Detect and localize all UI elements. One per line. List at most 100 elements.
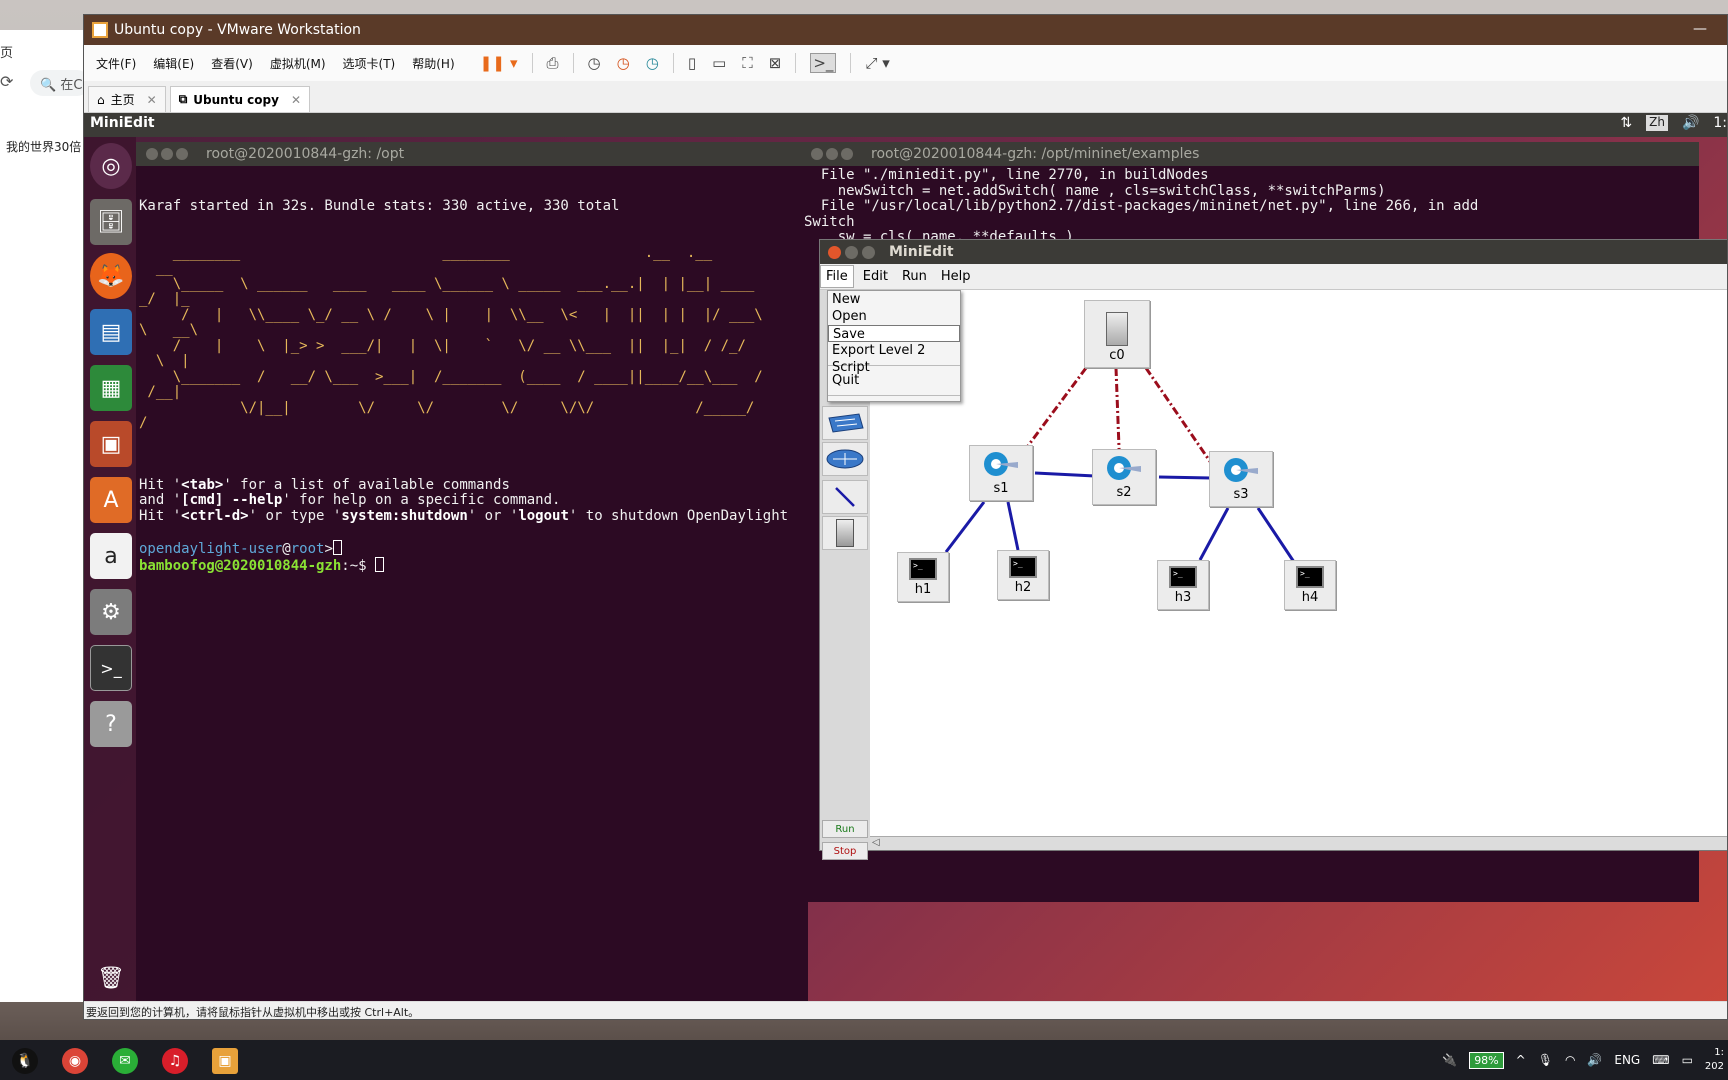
revert-snapshot-icon[interactable]: ◷ — [617, 54, 630, 72]
switch-tool-icon[interactable] — [822, 406, 868, 440]
amazon-icon[interactable]: a — [90, 533, 132, 579]
close-icon[interactable]: ✕ — [291, 93, 301, 107]
terminal-titlebar: root@2020010844-gzh: /opt/mininet/exampl… — [801, 142, 1699, 166]
host-h2[interactable]: >_ h2 — [997, 550, 1049, 600]
window-controls[interactable] — [811, 148, 853, 160]
snapshot-icon[interactable]: ◷ — [588, 54, 601, 72]
vmware-taskbar-icon[interactable]: ▣ — [212, 1048, 238, 1074]
menu-item-save[interactable]: Save — [828, 325, 960, 342]
switch-s2[interactable]: s2 — [1092, 449, 1156, 505]
home-icon: ⌂ — [97, 92, 105, 107]
battery-indicator[interactable]: 98% — [1469, 1051, 1504, 1069]
input-method-indicator[interactable]: Zh — [1646, 115, 1668, 131]
unity-icon[interactable]: ⊠ — [769, 54, 782, 72]
power-icon[interactable]: 🔌 — [1442, 1053, 1457, 1067]
library-icon[interactable]: ▯ — [688, 54, 696, 72]
send-ctrl-alt-del-icon[interactable]: ⎙ — [547, 54, 559, 72]
firefox-icon[interactable]: 🦊 — [90, 253, 132, 299]
microphone-icon[interactable]: 🎙 — [1538, 1053, 1553, 1067]
stretch-icon[interactable]: ⤢ ▾ — [865, 54, 889, 72]
thumbnail-icon[interactable]: ▭ — [712, 54, 726, 72]
system-tray: 🔌 98% ^ 🎙 ◠ 🔊 ENG ⌨ ▭ 1: 202 — [1442, 1040, 1728, 1080]
menu-view[interactable]: 查看(V) — [211, 55, 253, 72]
toolbar-separator — [850, 53, 852, 73]
trash-icon[interactable]: 🗑 — [90, 955, 132, 1001]
chrome-icon[interactable]: ◉ — [62, 1048, 88, 1074]
tab-home[interactable]: ⌂ 主页 ✕ — [88, 86, 166, 112]
terminal-titlebar: root@2020010844-gzh: /opt — [136, 142, 808, 166]
controller-icon — [1106, 312, 1128, 346]
volume-icon[interactable]: 🔊 — [1682, 115, 1699, 131]
host-h4[interactable]: >_ h4 — [1284, 560, 1336, 610]
active-app-name: MiniEdit — [90, 115, 155, 131]
chevron-up-icon[interactable]: ^ — [1516, 1053, 1526, 1067]
menu-file[interactable]: 文件(F) — [96, 55, 136, 72]
browser-search-box[interactable]: 🔍 在C — [30, 70, 90, 96]
vm-icon: ⧉ — [178, 92, 188, 106]
tab-ubuntu-copy[interactable]: ⧉ Ubuntu copy ✕ — [169, 86, 310, 112]
menu-item-new[interactable]: New — [828, 291, 960, 308]
host-h3[interactable]: >_ h3 — [1157, 560, 1209, 610]
pause-icon[interactable]: ❚❚ ▾ — [480, 54, 518, 72]
reload-icon[interactable]: ⟳ — [0, 72, 13, 91]
help-line-3: Hit '<ctrl-d>' or type 'system:shutdown'… — [139, 507, 789, 524]
qq-icon[interactable]: 🐧 — [12, 1048, 38, 1074]
writer-icon[interactable]: ▤ — [90, 309, 132, 355]
software-center-icon[interactable]: A — [90, 477, 132, 523]
menu-edit[interactable]: 编辑(E) — [153, 55, 194, 72]
window-controls[interactable] — [828, 245, 875, 259]
run-button[interactable]: Run — [822, 820, 868, 838]
minimize-icon[interactable]: — — [1693, 21, 1707, 37]
menu-help[interactable]: Help — [936, 266, 976, 287]
console-view-icon[interactable]: >_ — [810, 53, 837, 73]
menu-tabs[interactable]: 选项卡(T) — [343, 55, 396, 72]
menu-file[interactable]: File — [820, 265, 854, 288]
volume-icon[interactable]: 🔊 — [1587, 1053, 1602, 1067]
menu-help[interactable]: 帮助(H) — [412, 55, 454, 72]
controller-c0[interactable]: c0 — [1084, 300, 1150, 368]
netease-music-icon[interactable]: ♫ — [162, 1048, 188, 1074]
clock-fragment[interactable]: 1: — [1713, 115, 1727, 131]
menu-vm[interactable]: 虚拟机(M) — [270, 55, 326, 72]
wechat-icon[interactable]: ✉ — [112, 1048, 138, 1074]
node-label: h1 — [914, 582, 932, 597]
snapshot-manager-icon[interactable]: ◷ — [646, 54, 659, 72]
link-tool-icon[interactable] — [822, 480, 868, 514]
switch-s3[interactable]: s3 — [1209, 451, 1273, 507]
files-icon[interactable]: 🗄 — [90, 199, 132, 245]
fullscreen-icon[interactable]: ⛶ — [742, 54, 753, 72]
display-icon[interactable]: ▭ — [1682, 1053, 1693, 1067]
menu-item-open[interactable]: Open — [828, 308, 960, 325]
clock[interactable]: 1: 202 — [1705, 1046, 1724, 1074]
router-tool-icon[interactable] — [822, 442, 868, 476]
ubuntu-dash-icon[interactable]: ◎ — [90, 143, 132, 189]
keyboard-icon[interactable]: ⌨ — [1652, 1053, 1669, 1067]
background-browser-window[interactable]: 页 ⟳ 🔍 在C 我的世界30倍 — [0, 30, 90, 1002]
controller-tool-icon[interactable] — [822, 516, 868, 550]
menu-item-export-level2[interactable]: Export Level 2 Script — [828, 342, 960, 375]
menu-edit[interactable]: Edit — [858, 266, 893, 287]
stop-button[interactable]: Stop — [822, 842, 868, 860]
vm-guest-screen[interactable]: MiniEdit ⇅ Zh 🔊 1: ◎ 🗄 🦊 ▤ ▦ ▣ A a ⚙ >_ … — [84, 113, 1727, 1003]
network-icon[interactable]: ⇅ — [1620, 115, 1632, 131]
menu-run[interactable]: Run — [897, 266, 932, 287]
host-icon: >_ — [909, 558, 937, 580]
miniedit-title: MiniEdit — [889, 244, 954, 260]
switch-s1[interactable]: s1 — [969, 445, 1033, 501]
menu-item-quit[interactable]: Quit — [828, 372, 960, 389]
calc-icon[interactable]: ▦ — [90, 365, 132, 411]
close-icon[interactable]: ✕ — [147, 93, 157, 107]
settings-icon[interactable]: ⚙ — [90, 589, 132, 635]
wifi-icon[interactable]: ◠ — [1565, 1053, 1575, 1067]
node-label: h3 — [1174, 590, 1192, 605]
canvas-horizontal-scrollbar[interactable]: ◁ — [870, 836, 1727, 850]
terminal-icon[interactable]: >_ — [90, 645, 132, 691]
terminal-window-opt[interactable]: root@2020010844-gzh: /opt Karaf started … — [136, 142, 808, 1003]
language-indicator[interactable]: ENG — [1614, 1053, 1640, 1067]
status-hint: 要返回到您的计算机，请将鼠标指针从虚拟机中移出或按 Ctrl+Alt。 — [86, 1006, 420, 1019]
impress-icon[interactable]: ▣ — [90, 421, 132, 467]
help-icon[interactable]: ? — [90, 701, 132, 747]
host-h1[interactable]: >_ h1 — [897, 552, 949, 602]
window-controls[interactable] — [146, 148, 188, 160]
topology-canvas[interactable]: c0 s1 s2 s3 >_ h1 >_ h2 >_ h3 >_ h4 — [870, 290, 1727, 838]
